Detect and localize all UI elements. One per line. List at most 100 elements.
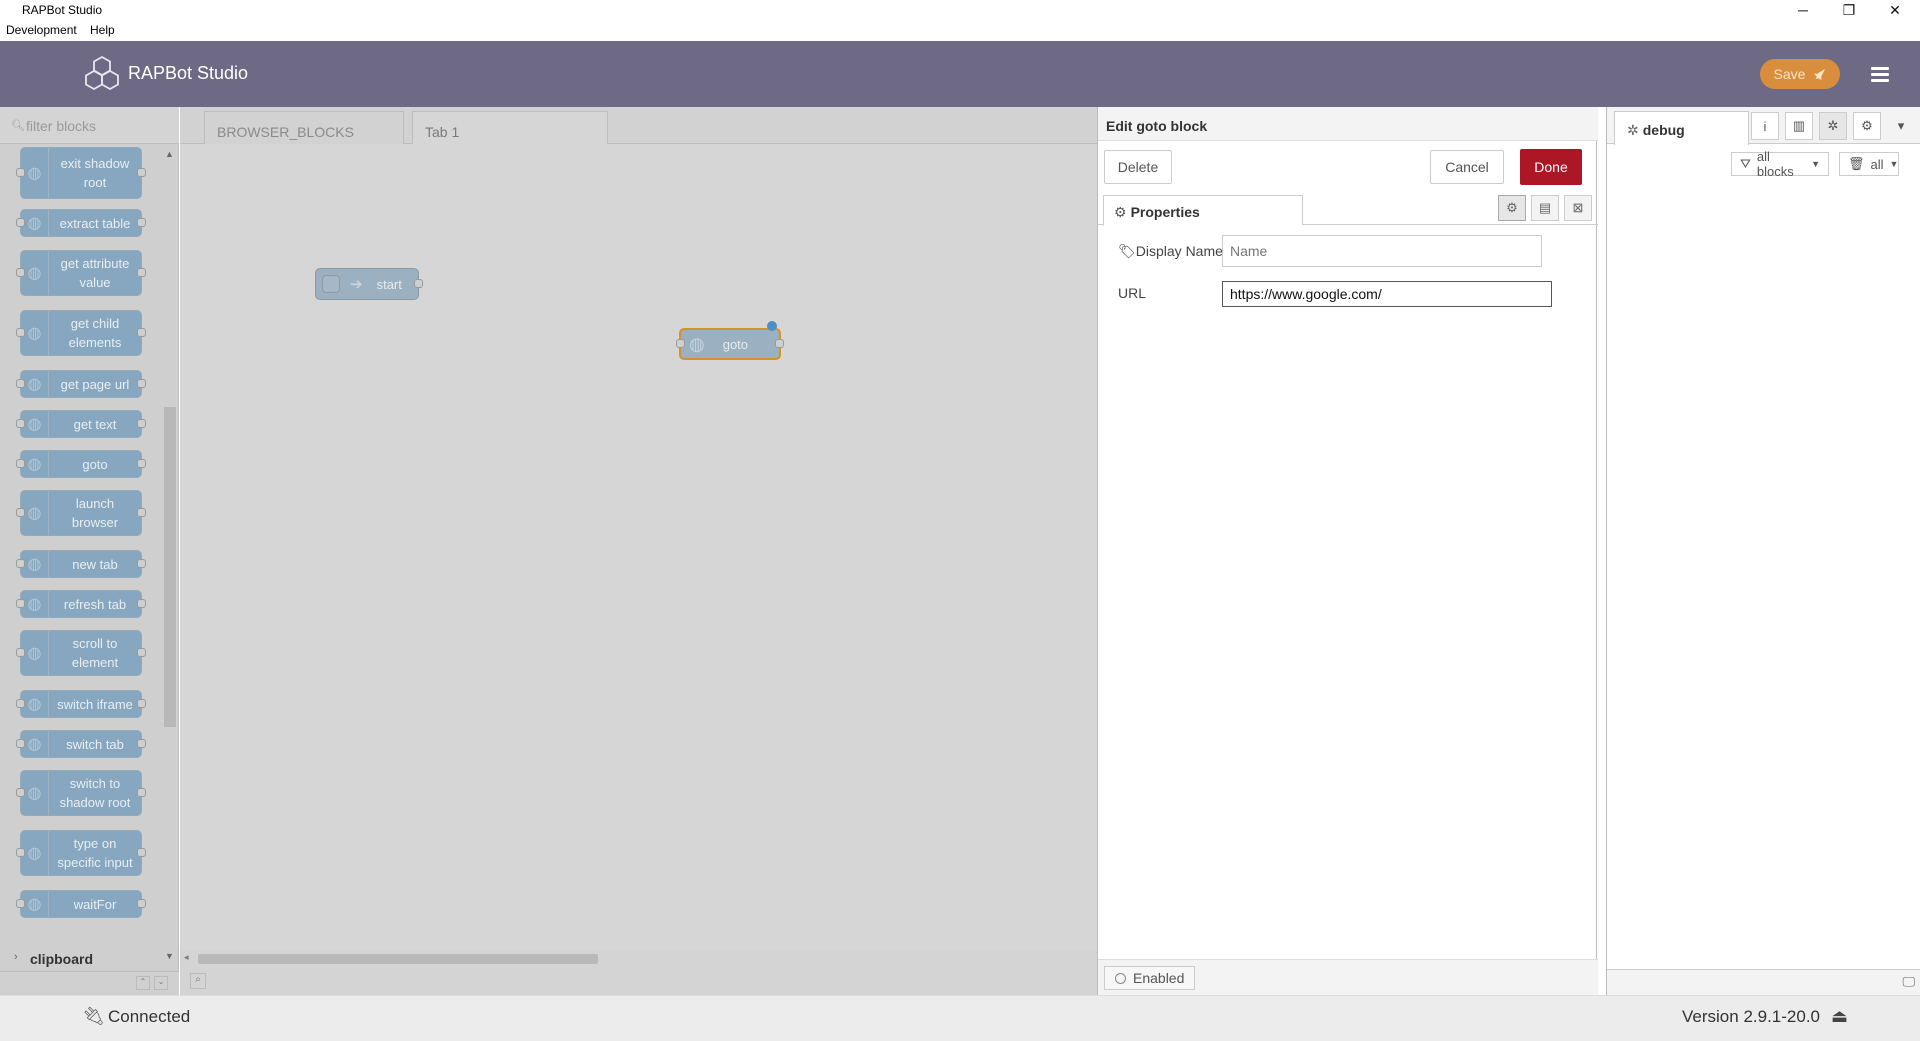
- output-port: [137, 648, 146, 657]
- main-menu-button[interactable]: [1864, 61, 1896, 87]
- display-name-input[interactable]: [1222, 235, 1542, 267]
- connection-status: Connected: [108, 1007, 191, 1026]
- palette-block[interactable]: ◍ switch to shadow root: [16, 770, 146, 816]
- palette-block[interactable]: ◍ goto: [16, 450, 146, 478]
- palette-block[interactable]: ◍ get child elements: [16, 310, 146, 356]
- settings-gear-icon[interactable]: ⚙: [1498, 195, 1526, 221]
- palette-block-label: get child elements: [68, 316, 122, 350]
- tab-properties[interactable]: ⚙ Properties: [1103, 195, 1303, 226]
- inject-button-icon[interactable]: [322, 275, 340, 293]
- menu-help[interactable]: Help: [90, 23, 115, 37]
- info-icon[interactable]: i: [1751, 112, 1779, 140]
- menu-development[interactable]: Development: [6, 23, 77, 37]
- palette-block[interactable]: ◍ get attribute value: [16, 250, 146, 296]
- input-port[interactable]: [676, 339, 685, 348]
- minimize-button[interactable]: ─: [1780, 0, 1826, 20]
- scroll-left-icon[interactable]: ◂: [184, 952, 189, 963]
- globe-icon: ◍: [21, 411, 49, 437]
- description-icon[interactable]: ▤: [1531, 195, 1559, 221]
- palette-block-label: refresh tab: [63, 596, 127, 612]
- collapse-all-icon[interactable]: ⌃: [136, 976, 150, 990]
- delete-button[interactable]: Delete: [1104, 150, 1172, 184]
- filter-icon: ⛛: [1740, 156, 1751, 171]
- debug-icon[interactable]: ✲: [1819, 112, 1847, 140]
- filter-blocks-dropdown[interactable]: ⛛ all blocks ▼: [1731, 149, 1829, 179]
- palette-block[interactable]: ◍ exit shadow root: [16, 147, 146, 199]
- palette-block-label: switch to shadow root: [59, 776, 131, 810]
- version-label: Version 2.9.1-20.0: [1682, 1007, 1820, 1026]
- input-port: [16, 508, 25, 517]
- output-port: [137, 419, 146, 428]
- flow-canvas[interactable]: ➔ start ◍ goto: [180, 144, 1097, 950]
- monitor-icon[interactable]: 🖵︎: [1902, 974, 1915, 990]
- url-input[interactable]: https://www.google.com/: [1222, 281, 1552, 307]
- input-port: [16, 699, 25, 708]
- enabled-toggle[interactable]: Enabled: [1104, 966, 1196, 990]
- clear-messages-dropdown[interactable]: 🗑︎ all ▼: [1839, 152, 1899, 176]
- save-button[interactable]: Save: [1760, 59, 1840, 89]
- edit-block-tray: Edit goto block Delete Cancel Done ⚙ Prop…: [1097, 107, 1598, 995]
- input-port: [16, 218, 25, 227]
- output-port: [137, 599, 146, 608]
- appearance-icon[interactable]: ⊠: [1564, 195, 1592, 221]
- tab-browser-blocks[interactable]: BROWSER_BLOCKS: [204, 111, 404, 144]
- globe-icon: ◍: [21, 771, 49, 815]
- palette-block[interactable]: ◍ waitFor: [16, 890, 146, 918]
- node-start[interactable]: ➔ start: [315, 268, 423, 300]
- palette-block-label: launch browser: [71, 496, 119, 530]
- save-label: Save: [1773, 66, 1806, 82]
- done-button[interactable]: Done: [1520, 149, 1582, 185]
- input-port: [16, 899, 25, 908]
- palette-block[interactable]: ◍ refresh tab: [16, 590, 146, 618]
- palette-block[interactable]: ◍ extract table: [16, 209, 146, 237]
- zoom-search-icon[interactable]: ⌕: [190, 973, 206, 989]
- input-port: [16, 328, 25, 337]
- palette-category-clipboard[interactable]: › clipboard: [0, 947, 179, 971]
- cancel-button[interactable]: Cancel: [1430, 150, 1504, 184]
- horizontal-scroll-thumb[interactable]: [198, 954, 598, 964]
- caret-down-icon: ▼: [1889, 159, 1899, 169]
- filter-blocks-input[interactable]: 🔍︎ filter blocks: [0, 107, 179, 144]
- palette-block[interactable]: ◍ get page url: [16, 370, 146, 398]
- output-port: [137, 268, 146, 277]
- chevron-right-icon: ›: [14, 951, 18, 963]
- output-port: [137, 899, 146, 908]
- palette-block[interactable]: ◍ scroll to element: [16, 630, 146, 676]
- chevron-down-icon[interactable]: ▾: [1887, 112, 1915, 140]
- sidebar: ✲ debug i ▥ ✲ ⚙ ▾ ⛛ all blocks ▼ 🗑︎ all ▼ 🖵︎: [1606, 107, 1920, 995]
- trash-icon: 🗑︎: [1848, 156, 1865, 171]
- gear-icon[interactable]: ⚙: [1853, 112, 1881, 140]
- palette-block[interactable]: ◍ new tab: [16, 550, 146, 578]
- filter-placeholder: filter blocks: [26, 118, 97, 134]
- palette-block-label: extract table: [59, 215, 131, 231]
- output-port[interactable]: [775, 339, 784, 348]
- output-port: [137, 788, 146, 797]
- output-port: [137, 848, 146, 857]
- globe-icon: ◍: [21, 451, 49, 477]
- palette-block[interactable]: ◍ get text: [16, 410, 146, 438]
- palette-block[interactable]: ◍ launch browser: [16, 490, 146, 536]
- download-icon[interactable]: ⏏︎: [1831, 1006, 1848, 1027]
- close-button[interactable]: ✕: [1872, 0, 1918, 20]
- changed-indicator: [767, 321, 777, 331]
- book-icon[interactable]: ▥: [1785, 112, 1813, 140]
- output-port: [137, 218, 146, 227]
- node-goto[interactable]: ◍ goto: [676, 321, 784, 360]
- tab-debug[interactable]: ✲ debug: [1614, 111, 1749, 145]
- palette-scroll-thumb[interactable]: [164, 407, 176, 727]
- tab-tab-1[interactable]: Tab 1: [412, 111, 608, 144]
- palette-block-label: goto: [82, 456, 108, 472]
- menubar: Development Help: [0, 20, 1920, 41]
- palette-block-label: exit shadow root: [60, 156, 130, 190]
- output-port[interactable]: [414, 279, 423, 288]
- palette-block[interactable]: ◍ switch iframe: [16, 690, 146, 718]
- palette-block[interactable]: ◍ switch tab: [16, 730, 146, 758]
- bug-icon: ✲: [1627, 122, 1639, 138]
- input-port: [16, 788, 25, 797]
- palette-block[interactable]: ◍ type on specific input: [16, 830, 146, 876]
- maximize-button[interactable]: ❐: [1826, 0, 1872, 20]
- tray-footer: Enabled: [1098, 959, 1598, 995]
- expand-all-icon[interactable]: ⌄: [154, 976, 168, 990]
- globe-icon: ◍: [21, 210, 49, 236]
- workspace-tabs: BROWSER_BLOCKS Tab 1: [180, 107, 1097, 144]
